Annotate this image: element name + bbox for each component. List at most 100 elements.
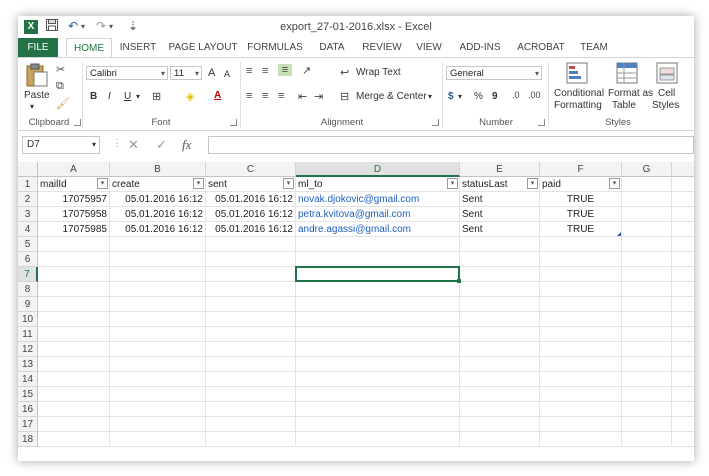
table-cell[interactable]: 05.01.2016 16:12	[110, 222, 206, 237]
empty-cell[interactable]	[460, 432, 540, 447]
empty-cell[interactable]	[672, 357, 694, 372]
merge-dropdown-icon[interactable]: ▾	[428, 92, 432, 101]
font-launcher-icon[interactable]	[230, 119, 237, 126]
empty-cell[interactable]	[110, 282, 206, 297]
row-header-12[interactable]: 12	[18, 342, 38, 357]
select-all-corner[interactable]	[18, 162, 38, 177]
empty-cell[interactable]	[622, 387, 672, 402]
filter-dropdown-icon[interactable]: ▾	[447, 178, 458, 189]
table-cell[interactable]: novak.djokovic@gmail.com	[296, 192, 460, 207]
empty-cell[interactable]	[460, 282, 540, 297]
font-color-button[interactable]: A	[214, 90, 221, 101]
row-header-2[interactable]: 2	[18, 192, 38, 207]
number-launcher-icon[interactable]	[538, 119, 545, 126]
increase-decimal-icon[interactable]: .0	[512, 90, 520, 100]
table-cell[interactable]: 05.01.2016 16:12	[110, 192, 206, 207]
empty-cell[interactable]	[38, 312, 110, 327]
empty-cell[interactable]	[672, 267, 694, 282]
empty-cell[interactable]	[540, 357, 622, 372]
table-cell[interactable]: 05.01.2016 16:12	[206, 222, 296, 237]
alignment-launcher-icon[interactable]	[432, 119, 439, 126]
table-cell[interactable]: TRUE	[540, 207, 622, 222]
empty-cell[interactable]	[206, 327, 296, 342]
empty-cell[interactable]	[110, 327, 206, 342]
empty-cell[interactable]	[540, 282, 622, 297]
empty-cell[interactable]	[110, 237, 206, 252]
empty-cell[interactable]	[622, 372, 672, 387]
empty-cell[interactable]	[460, 372, 540, 387]
row-header-9[interactable]: 9	[18, 297, 38, 312]
empty-cell[interactable]	[206, 342, 296, 357]
align-bottom-icon[interactable]: ≡	[278, 64, 292, 76]
italic-button[interactable]: I	[108, 91, 111, 102]
empty-cell[interactable]	[38, 342, 110, 357]
empty-cell[interactable]	[672, 327, 694, 342]
table-header-cell[interactable]: ml_to ▾	[296, 177, 460, 192]
empty-cell[interactable]	[622, 252, 672, 267]
row-header-15[interactable]: 15	[18, 387, 38, 402]
empty-cell[interactable]	[38, 237, 110, 252]
column-header-b[interactable]: B	[110, 162, 206, 177]
empty-cell[interactable]	[206, 372, 296, 387]
empty-cell[interactable]	[296, 327, 460, 342]
cut-icon[interactable]: ✂	[56, 63, 65, 76]
empty-cell[interactable]	[110, 432, 206, 447]
row-header-13[interactable]: 13	[18, 357, 38, 372]
row-header-10[interactable]: 10	[18, 312, 38, 327]
table-header-cell[interactable]: statusLast ▾	[460, 177, 540, 192]
empty-cell[interactable]	[38, 417, 110, 432]
cell-styles-label-2[interactable]: Styles	[652, 100, 679, 111]
table-cell[interactable]: 05.01.2016 16:12	[110, 207, 206, 222]
empty-cell[interactable]	[460, 252, 540, 267]
column-header-f[interactable]: F	[540, 162, 622, 177]
format-as-table-label-2[interactable]: Table	[612, 100, 636, 111]
empty-cell[interactable]	[206, 357, 296, 372]
empty-cell[interactable]	[38, 252, 110, 267]
table-cell[interactable]: 17075958	[38, 207, 110, 222]
align-middle-icon[interactable]: ≡	[262, 65, 268, 77]
empty-cell[interactable]	[206, 417, 296, 432]
empty-cell[interactable]	[460, 297, 540, 312]
table-header-cell[interactable]: create ▾	[110, 177, 206, 192]
align-right-icon[interactable]: ≡	[278, 90, 284, 102]
increase-indent-icon[interactable]: ⇥	[314, 90, 323, 103]
formula-bar-options-icon[interactable]: ⋮	[112, 138, 122, 149]
format-as-table-label[interactable]: Format as	[608, 88, 653, 99]
empty-cell[interactable]	[110, 402, 206, 417]
empty-cell[interactable]	[206, 432, 296, 447]
empty-cell[interactable]	[672, 432, 694, 447]
empty-cell[interactable]	[206, 297, 296, 312]
empty-cell[interactable]	[672, 252, 694, 267]
empty-cell[interactable]	[672, 387, 694, 402]
column-header-e[interactable]: E	[460, 162, 540, 177]
font-name-combo[interactable]: Calibri ▾	[86, 66, 168, 80]
empty-cell[interactable]	[38, 327, 110, 342]
table-header-cell[interactable]: mailId ▾	[38, 177, 110, 192]
accounting-format-button[interactable]: $	[448, 91, 454, 102]
underline-dropdown-icon[interactable]: ▾	[136, 92, 140, 101]
wrap-text-icon[interactable]: ↩	[340, 66, 349, 79]
empty-cell[interactable]	[622, 432, 672, 447]
empty-cell[interactable]	[206, 312, 296, 327]
paste-dropdown-icon[interactable]: ▾	[30, 102, 34, 111]
empty-cell[interactable]	[540, 402, 622, 417]
empty-cell[interactable]	[672, 282, 694, 297]
empty-cell[interactable]	[110, 342, 206, 357]
empty-cell[interactable]	[622, 222, 672, 237]
empty-cell[interactable]	[622, 177, 672, 192]
empty-cell[interactable]	[540, 252, 622, 267]
conditional-formatting-label-2[interactable]: Formatting	[554, 100, 602, 111]
table-cell[interactable]: 17075985	[38, 222, 110, 237]
table-cell[interactable]: Sent	[460, 192, 540, 207]
empty-cell[interactable]	[622, 267, 672, 282]
empty-cell[interactable]	[460, 342, 540, 357]
empty-cell[interactable]	[622, 297, 672, 312]
merge-center-button[interactable]: Merge & Center	[356, 91, 427, 102]
column-header-d[interactable]: D	[296, 162, 460, 177]
worksheet-grid[interactable]: A B C D E F G 1 mailId ▾ create ▾ sent ▾ ml_to ▾ statusL…	[18, 162, 694, 461]
empty-cell[interactable]	[540, 297, 622, 312]
table-cell[interactable]: 05.01.2016 16:12	[206, 207, 296, 222]
empty-cell[interactable]	[206, 252, 296, 267]
empty-cell[interactable]	[672, 417, 694, 432]
empty-cell[interactable]	[296, 282, 460, 297]
